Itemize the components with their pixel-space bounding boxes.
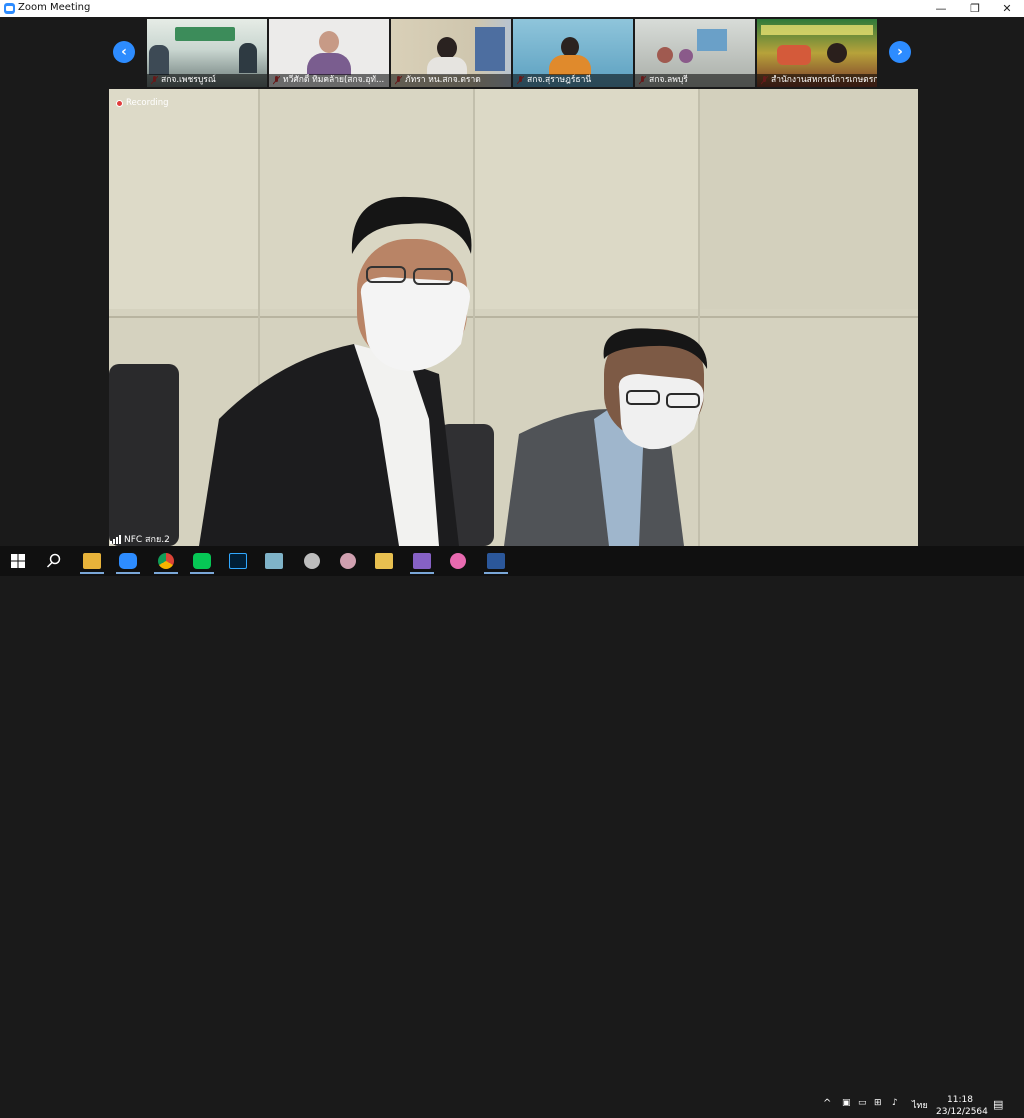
app-icon [375,553,393,569]
close-button[interactable]: ✕ [990,0,1024,17]
running-indicator [410,572,434,574]
taskbar-app-9[interactable] [332,549,364,573]
zoom-app-icon [4,3,15,14]
taskbar-app-10[interactable] [368,549,400,573]
search-button[interactable] [38,549,70,573]
tray-icon-2[interactable]: ▭ [858,1098,867,1108]
taskbar-app-8[interactable] [296,549,328,573]
participant-thumbnail[interactable]: สกจ.ลพบุรี [635,19,755,87]
tray-icon-1[interactable]: ▣ [842,1098,851,1108]
taskbar-app-word[interactable] [480,549,512,574]
taskbar-app-file-explorer[interactable] [76,549,108,574]
speaker-name: NFC สกย.2 [124,535,170,545]
taskbar: ^ ▣ ▭ ⊞ ♪ ไทย 11:18 23/12/2564 ▤ [0,546,1024,1117]
taskbar-app-photoshop[interactable] [222,549,254,573]
participant-name: สกจ.สุราษฎร์ธานี [513,74,633,87]
language-indicator[interactable]: ไทย [912,1098,928,1112]
participant-thumbnail[interactable]: สำนักงานสหกรณ์การเกษตรกร จั... [757,19,877,87]
itunes-icon [450,553,466,569]
running-indicator [484,572,508,574]
taskbar-app-zoom[interactable] [112,549,144,574]
app-icon [304,553,320,569]
photoshop-icon [229,553,247,569]
taskbar-app-itunes[interactable] [442,549,474,573]
signal-bars-icon [110,534,121,544]
participant-thumbnail[interactable]: ทวีศักดิ์ ทิมคล้าย(สกจ.อุทั... [269,19,389,87]
running-indicator [190,572,214,574]
running-indicator [80,572,104,574]
taskbar-app-chrome[interactable] [150,549,182,574]
speaker-name-label: NFC สกย.2 [110,532,170,546]
chrome-icon [158,553,174,569]
speaker-scene [109,89,918,546]
folder-icon [83,553,101,569]
participant-name: ทวีศักดิ์ ทิมคล้าย(สกจ.อุทั... [269,74,389,87]
tray-overflow-icon[interactable]: ^ [823,1098,831,1109]
prev-page-button[interactable]: ‹ [113,41,135,63]
app-icon [265,553,283,569]
network-icon[interactable]: ⊞ [874,1098,882,1108]
notifications-icon[interactable]: ▤ [993,1098,1003,1111]
title-bar: Zoom Meeting — ❐ ✕ [0,0,1024,17]
window-title: Zoom Meeting [18,2,91,13]
windows-logo-icon [11,554,25,568]
running-indicator [116,572,140,574]
recording-dot-icon [116,99,123,107]
active-speaker-video [109,89,918,546]
clock-date: 23/12/2564 [936,1107,988,1117]
visual-studio-icon [413,553,431,569]
zoom-icon [119,553,137,569]
recording-label: Recording [126,98,169,108]
running-indicator [154,572,178,574]
participant-thumbnail[interactable]: ภัทรา หน.สกจ.ตราด [391,19,511,87]
participant-name: สำนักงานสหกรณ์การเกษตรกร จั... [757,74,877,87]
minimize-button[interactable]: — [924,0,958,17]
word-icon [487,553,505,569]
participant-name: ภัทรา หน.สกจ.ตราด [391,74,511,87]
maximize-button[interactable]: ❐ [958,0,992,17]
participant-thumbnail[interactable]: สกจ.สุราษฎร์ธานี [513,19,633,87]
start-button[interactable] [2,549,34,573]
taskbar-app-visual-studio[interactable] [406,549,438,574]
next-page-button[interactable]: › [889,41,911,63]
app-icon [340,553,356,569]
volume-icon[interactable]: ♪ [892,1098,898,1108]
participant-thumbnail[interactable]: สกจ.เพชรบูรณ์ [147,19,267,87]
clock-time: 11:18 [947,1095,973,1105]
taskbar-app-line[interactable] [186,549,218,574]
system-clock[interactable]: 11:18 23/12/2564 [936,1094,988,1118]
participant-name: สกจ.เพชรบูรณ์ [147,74,267,87]
line-icon [193,553,211,569]
taskbar-app-7[interactable] [258,549,290,573]
search-icon [46,553,61,568]
participant-name: สกจ.ลพบุรี [635,74,755,87]
recording-indicator: Recording [116,98,169,108]
